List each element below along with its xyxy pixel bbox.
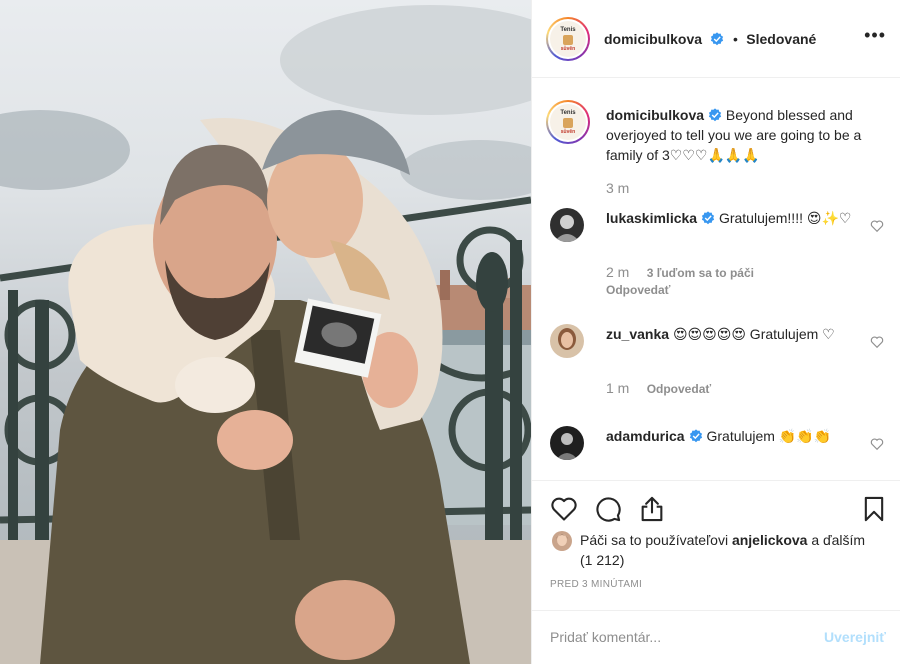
post-side-panel: Tenis sůvěn domicibulkova • Sledované ••… — [531, 0, 900, 664]
comment-item: adamdurica Gratulujem 👏👏👏 — [550, 426, 890, 479]
caption-username[interactable]: domicibulkova — [606, 107, 704, 123]
reply-button[interactable]: Odpovedať — [647, 382, 711, 396]
comment-text: Gratulujem!!!! 😍✨♡ — [718, 210, 852, 226]
comment-item: lukaskimlicka Gratulujem!!!! 😍✨♡ 2 m 3 ľ… — [550, 208, 890, 298]
header-separator: • — [732, 31, 738, 47]
verified-badge-icon — [689, 429, 702, 443]
comment-like-heart-icon[interactable] — [870, 335, 884, 349]
share-icon[interactable] — [638, 495, 666, 523]
likes-prefix: Páči sa to používateľovi — [580, 532, 729, 548]
caption-row: Tenis sůvěn domicibulkova Beyond blessed… — [546, 100, 890, 210]
caption-avatar-text-top: Tenis — [560, 109, 576, 116]
post-comment-button[interactable]: Uverejniť — [824, 629, 886, 645]
caption-avatar-emblem — [563, 117, 573, 128]
comment-text: Gratulujem 👏👏👏 — [706, 428, 832, 444]
verified-badge-icon — [701, 211, 715, 225]
author-username[interactable]: domicibulkova — [604, 31, 702, 47]
caption-time[interactable]: 3 m — [606, 180, 629, 196]
comment-username[interactable]: lukaskimlicka — [606, 210, 697, 226]
avatar-text-top: Tenis — [560, 26, 576, 33]
comment-text-block: adamdurica Gratulujem 👏👏👏 — [606, 426, 874, 446]
post-photo[interactable] — [0, 0, 531, 664]
comment-text-block: lukaskimlicka Gratulujem!!!! 😍✨♡ — [606, 208, 874, 228]
comment-reply-row: Odpovedať — [606, 283, 670, 297]
comment-item: zu_vanka 😍😍😍😍😍 Gratulujem ♡ 1 m Odpoveda… — [550, 324, 890, 404]
likes-summary: Páči sa to používateľovi anjelickova a ď… — [552, 530, 872, 570]
comment-meta: 1 m Odpovedať — [606, 380, 711, 396]
author-avatar[interactable]: Tenis sůvěn — [546, 17, 590, 61]
comment-icon[interactable] — [594, 495, 622, 523]
comment-meta: 2 m 3 ľuďom sa to páči — [606, 264, 754, 280]
commenter-avatar[interactable] — [550, 324, 584, 358]
comment-likes-count[interactable]: 3 ľuďom sa to páči — [647, 266, 754, 280]
post-header: Tenis sůvěn domicibulkova • Sledované ••… — [532, 0, 900, 78]
comment-text-block: zu_vanka 😍😍😍😍😍 Gratulujem ♡ — [606, 324, 874, 344]
heart-icon[interactable] — [550, 495, 578, 523]
caption-text-block: domicibulkova Beyond blessed and overjoy… — [606, 105, 874, 165]
comment-time[interactable]: 1 m — [606, 380, 629, 396]
verified-badge-icon — [711, 32, 724, 46]
bookmark-icon[interactable] — [860, 495, 888, 523]
avatar-emblem — [563, 34, 573, 45]
commenter-avatar[interactable] — [550, 426, 584, 460]
avatar-text-bottom: sůvěn — [560, 45, 576, 52]
comment-input[interactable] — [550, 625, 800, 649]
verified-badge-icon — [708, 108, 722, 122]
comment-username[interactable]: adamdurica — [606, 428, 685, 444]
add-comment-bar: Uverejniť — [532, 610, 900, 664]
caption-avatar-text-bottom: sůvěn — [560, 128, 576, 135]
liker-username[interactable]: anjelickova — [732, 532, 808, 548]
caption-author-avatar[interactable]: Tenis sůvěn — [546, 100, 590, 144]
comment-like-heart-icon[interactable] — [870, 437, 884, 451]
reply-button[interactable]: Odpovedať — [606, 283, 670, 297]
commenter-avatar[interactable] — [550, 208, 584, 242]
caption-meta: 3 m — [606, 180, 643, 196]
photo-illustration — [0, 5, 531, 664]
comment-username[interactable]: zu_vanka — [606, 326, 669, 342]
post-timestamp[interactable]: PRED 3 MINÚTAMI — [550, 579, 642, 590]
post-actions: Páči sa to používateľovi anjelickova a ď… — [532, 480, 900, 610]
comments-list[interactable]: Tenis sůvěn domicibulkova Beyond blessed… — [532, 79, 900, 479]
comment-time[interactable]: 2 m — [606, 264, 629, 280]
more-options-button[interactable]: ••• — [864, 26, 886, 44]
liker-avatar[interactable] — [552, 531, 572, 551]
following-button[interactable]: Sledované — [746, 31, 816, 47]
comment-like-heart-icon[interactable] — [870, 219, 884, 233]
comment-text: 😍😍😍😍😍 Gratulujem ♡ — [672, 326, 835, 342]
